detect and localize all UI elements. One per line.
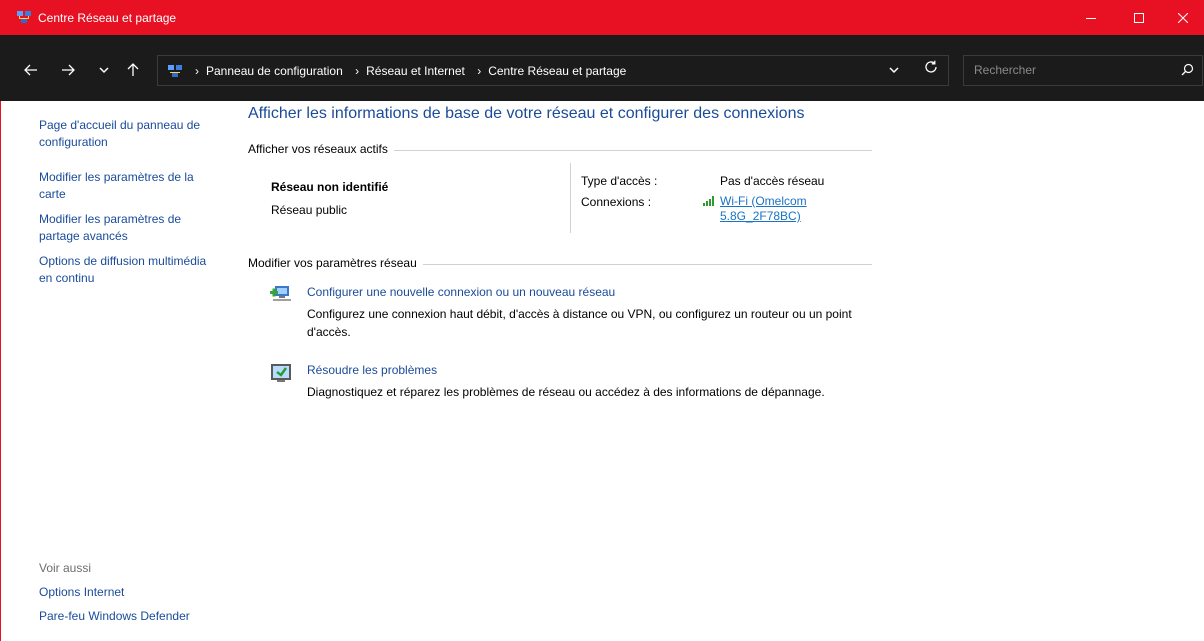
minimize-icon <box>1086 17 1096 19</box>
network-name: Réseau non identifié <box>271 180 389 194</box>
sidebar-link-advanced-sharing[interactable]: Modifier les paramètres de partage avanc… <box>39 211 219 245</box>
recent-locations-button[interactable] <box>91 57 117 83</box>
see-also-internet-options[interactable]: Options Internet <box>39 584 239 601</box>
wifi-link-line2[interactable]: 5.8G_2F78BC) <box>720 209 807 224</box>
breadcrumb-network-center[interactable]: Centre Réseau et partage <box>488 64 626 78</box>
chevron-down-icon <box>889 67 899 74</box>
maximize-icon <box>1134 12 1144 23</box>
up-button[interactable] <box>120 57 146 83</box>
breadcrumb: › Panneau de configuration › Réseau et Int… <box>190 64 626 78</box>
wifi-signal-icon <box>703 195 717 210</box>
change-settings-header: Modifier vos paramètres réseau <box>248 256 872 272</box>
arrow-right-icon <box>62 64 75 76</box>
chevron-right-icon: › <box>477 64 482 78</box>
network-center-icon <box>16 9 32 25</box>
network-category: Réseau public <box>271 203 348 217</box>
see-also: Voir aussi Options Internet Pare-feu Win… <box>39 560 239 625</box>
address-bar[interactable]: › Panneau de configuration › Réseau et Int… <box>157 55 949 86</box>
window-title: Centre Réseau et partage <box>38 11 177 25</box>
vertical-divider <box>570 163 571 233</box>
close-icon <box>1178 12 1188 23</box>
arrow-left-icon <box>24 64 37 76</box>
breadcrumb-network-internet[interactable]: Réseau et Internet <box>366 64 465 78</box>
chevron-right-icon: › <box>195 64 199 78</box>
new-connection-icon <box>269 283 293 305</box>
forward-button[interactable] <box>55 57 81 83</box>
sidebar-link-adapter-settings[interactable]: Modifier les paramètres de la carte <box>39 169 219 203</box>
troubleshoot-icon <box>269 362 293 384</box>
close-button[interactable] <box>1160 0 1204 35</box>
wifi-link-line1[interactable]: Wi-Fi (Omelcom <box>720 194 807 209</box>
see-also-label: Voir aussi <box>39 561 92 575</box>
address-toolbar: › Panneau de configuration › Réseau et Int… <box>0 35 1204 101</box>
breadcrumb-control-panel[interactable]: Panneau de configuration <box>206 64 343 78</box>
wifi-connection[interactable]: Wi-Fi (Omelcom 5.8G_2F78BC) <box>703 194 807 224</box>
maximize-button[interactable] <box>1116 0 1162 35</box>
search-input[interactable] <box>972 62 1166 78</box>
see-also-firewall[interactable]: Pare-feu Windows Defender <box>39 608 239 625</box>
title-bar: Centre Réseau et partage <box>0 0 1204 35</box>
refresh-icon <box>925 60 937 73</box>
minimize-button[interactable] <box>1068 0 1114 35</box>
setup-connection-description: Configurez une connexion haut débit, d'a… <box>307 307 852 339</box>
refresh-button[interactable] <box>924 60 938 79</box>
active-networks-label: Afficher vos réseaux actifs <box>248 142 394 156</box>
page-title: Afficher les informations de base de vot… <box>248 105 805 122</box>
arrow-up-icon <box>127 63 139 76</box>
sidebar: Page d'accueil du panneau de configurati… <box>39 117 219 287</box>
chevron-right-icon: › <box>355 64 360 78</box>
change-settings-label: Modifier vos paramètres réseau <box>248 256 423 270</box>
active-networks-header: Afficher vos réseaux actifs <box>248 142 872 158</box>
search-icon[interactable] <box>1181 63 1194 79</box>
troubleshoot-description: Diagnostiquez et réparez les problèmes d… <box>307 385 825 399</box>
connections-label: Connexions : <box>581 195 652 209</box>
sidebar-link-control-panel-home[interactable]: Page d'accueil du panneau de configurati… <box>39 117 219 151</box>
setup-connection-link[interactable]: Configurer une nouvelle connexion ou un … <box>307 285 615 299</box>
access-type-label: Type d'accès : <box>581 174 658 188</box>
back-button[interactable] <box>18 57 44 83</box>
search-box[interactable] <box>963 55 1203 86</box>
control-panel-icon <box>167 63 183 79</box>
address-history-button[interactable] <box>889 63 899 77</box>
sidebar-link-media-streaming[interactable]: Options de diffusion multimédia en conti… <box>39 253 219 287</box>
access-type-value: Pas d'accès réseau <box>720 174 825 188</box>
chevron-down-icon <box>99 66 109 73</box>
troubleshoot-link[interactable]: Résoudre les problèmes <box>307 363 437 377</box>
